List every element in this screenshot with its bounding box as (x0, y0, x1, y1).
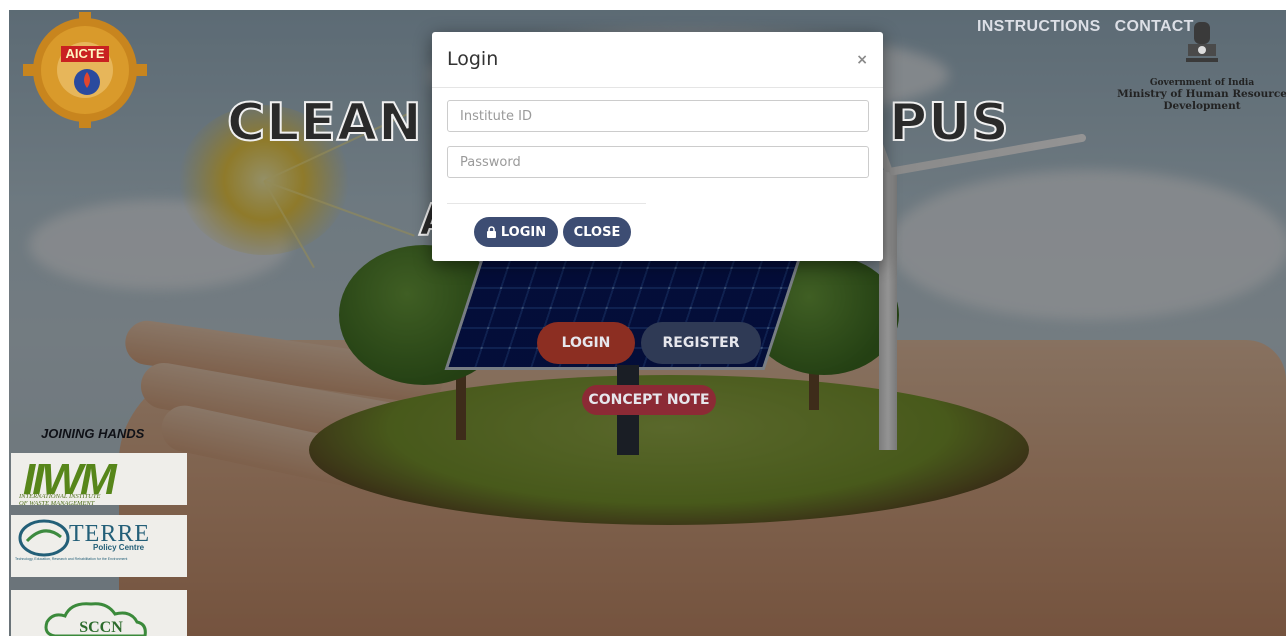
gov-line-3: Development (1163, 100, 1241, 112)
hero-title-part-right: PUS (888, 92, 1010, 154)
partner-logo-sccn[interactable]: SCCN (11, 590, 187, 636)
modal-login-button[interactable]: LOGIN (474, 217, 558, 247)
partner-logo-terre[interactable]: TERRE Policy Centre Technology, Educatio… (11, 515, 187, 577)
password-input[interactable] (447, 146, 869, 178)
concept-note-button[interactable]: CONCEPT NOTE (582, 385, 716, 415)
gov-line-1: Government of India (1149, 78, 1255, 88)
modal-divider (447, 203, 646, 204)
hero-register-button[interactable]: REGISTER (641, 322, 761, 364)
lock-icon (486, 226, 496, 238)
login-modal: Login × LOGIN CLOSE (432, 32, 883, 261)
joining-hands-heading: JOINING HANDS (41, 426, 145, 441)
hero-login-button[interactable]: LOGIN (537, 322, 635, 364)
nav-contact-link[interactable]: CONTACT (1115, 18, 1194, 36)
top-nav: INSTRUCTIONS CONTACT (977, 18, 1194, 36)
modal-header: Login × (432, 32, 883, 88)
nav-instructions-link[interactable]: INSTRUCTIONS (977, 18, 1101, 36)
modal-title: Login (447, 48, 499, 70)
aicte-logo: AICTE (23, 12, 147, 128)
terre-tagline: Technology, Education, Research and Reha… (15, 557, 128, 561)
gov-line-2: Ministry of Human Resource (1117, 88, 1286, 100)
svg-text:SCCN: SCCN (79, 619, 123, 636)
terre-logo-subtitle: Policy Centre (93, 543, 145, 552)
sccn-cloud-icon: SCCN (44, 602, 147, 636)
modal-close-icon[interactable]: × (856, 52, 868, 68)
partner-logo-iiwm[interactable]: IIWM INTERNATIONAL INSTITUTE OF WASTE MA… (11, 453, 187, 507)
institute-id-input[interactable] (447, 100, 869, 132)
svg-text:AICTE: AICTE (66, 46, 105, 61)
iiwm-logo-subtitle: INTERNATIONAL INSTITUTE OF WASTE MANAGEM… (19, 493, 100, 507)
modal-close-button[interactable]: CLOSE (563, 217, 631, 247)
hero-title-part-left: CLEAN (226, 92, 423, 154)
modal-login-label: LOGIN (500, 224, 547, 240)
terre-globe-icon (18, 519, 70, 557)
iiwm-sub1: INTERNATIONAL INSTITUTE (19, 493, 101, 500)
iiwm-sub2: OF WASTE MANAGEMENT (19, 500, 95, 507)
